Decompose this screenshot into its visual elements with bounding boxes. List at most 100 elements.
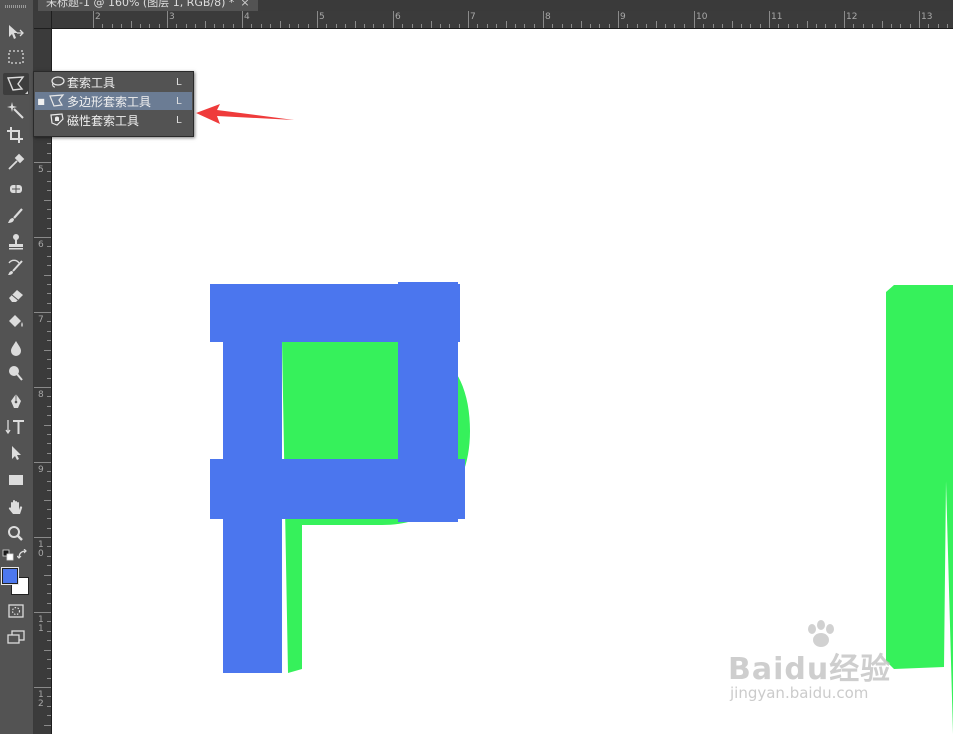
ruler-minor-tick <box>158 24 160 28</box>
ruler-minor-tick <box>47 340 51 342</box>
hand-tool[interactable] <box>3 497 29 519</box>
panel-grip[interactable] <box>5 5 27 8</box>
path-selection-tool[interactable] <box>3 442 29 464</box>
lasso-tool[interactable] <box>3 73 29 95</box>
ruler-major-tick <box>393 11 394 28</box>
eyedropper-tool[interactable] <box>3 151 29 173</box>
ruler-minor-tick <box>797 24 799 28</box>
crop-tool[interactable] <box>3 124 29 146</box>
ruler-minor-tick <box>47 321 51 323</box>
brush-tool[interactable] <box>3 205 29 227</box>
ruler-minor-tick <box>47 246 51 248</box>
marquee-tool[interactable] <box>3 46 29 68</box>
ruler-minor-tick <box>665 24 666 28</box>
watermark-brand: Baidu经验 <box>728 652 892 687</box>
ruler-major-tick <box>34 612 51 613</box>
ruler-minor-tick <box>47 190 51 192</box>
ruler-minor-tick <box>683 24 685 28</box>
ruler-minor-tick <box>47 415 51 417</box>
paint-bucket-tool[interactable] <box>3 310 29 332</box>
ruler-minor-tick <box>636 24 638 28</box>
ruler-minor-tick <box>47 621 51 623</box>
ruler-minor-tick <box>47 368 51 370</box>
ruler-major-tick <box>317 11 318 28</box>
move-tool[interactable] <box>3 21 29 43</box>
eyedropper-icon <box>8 153 25 170</box>
ruler-minor-tick <box>260 24 262 28</box>
healing-tool[interactable] <box>3 178 29 200</box>
ruler-minor-tick <box>646 24 648 28</box>
foreground-color-swatch[interactable] <box>1 567 19 585</box>
blur-tool[interactable] <box>3 337 29 359</box>
ruler-origin[interactable] <box>34 11 52 29</box>
pen-tool[interactable] <box>3 391 29 413</box>
flyout-item-lasso[interactable]: 套索工具 L <box>35 73 192 91</box>
zoom-tool[interactable] <box>3 523 29 545</box>
brush-icon <box>8 208 23 223</box>
ruler-label: 3 <box>169 12 175 22</box>
quick-mask-button[interactable] <box>3 600 29 622</box>
ruler-minor-tick <box>47 640 51 642</box>
screen-mode-button[interactable] <box>3 626 29 648</box>
ruler-label: 11 <box>771 12 783 22</box>
ruler-minor-tick <box>928 24 930 28</box>
tool-group-indicator <box>25 91 28 94</box>
ruler-major-tick <box>34 387 51 388</box>
ruler-minor-tick <box>47 593 51 595</box>
ruler-major-tick <box>844 11 845 28</box>
flyout-item-magnetic-lasso[interactable]: 磁性套索工具 L <box>35 111 192 129</box>
ruler-minor-tick <box>580 21 582 28</box>
ruler-minor-tick <box>185 24 187 28</box>
arrow-icon <box>12 446 21 460</box>
ruler-minor-tick <box>47 705 51 707</box>
ruler-minor-tick <box>326 24 328 28</box>
ruler-minor-tick <box>937 24 939 28</box>
default-colors-icon[interactable] <box>2 549 14 561</box>
ruler-label: 13 <box>921 12 933 22</box>
ruler-label: 2 <box>95 12 101 22</box>
magic-wand-tool[interactable] <box>3 99 29 121</box>
ruler-minor-tick <box>307 24 309 28</box>
default-colors-group <box>1 549 31 563</box>
flyout-item-polygonal-lasso[interactable]: ■ 多边形套索工具 L <box>35 92 192 110</box>
baidu-jingyan-watermark: Baidu经验 jingyan.baidu.com <box>728 620 898 716</box>
ruler-minor-tick <box>223 24 225 28</box>
close-icon[interactable]: × <box>240 0 249 9</box>
ruler-label: 7 <box>38 315 44 325</box>
ruler-minor-tick <box>458 24 460 28</box>
horizontal-ruler[interactable]: 2 3 4 5 6 7 8 9 10 11 12 13 <box>51 11 953 29</box>
crop-icon <box>7 127 23 143</box>
ruler-minor-tick <box>731 21 733 28</box>
ruler-minor-tick <box>806 21 808 28</box>
ruler-minor-tick <box>195 24 197 28</box>
ruler-label: 7 <box>470 12 476 22</box>
stamp-tool[interactable] <box>3 231 29 253</box>
eraser-icon <box>9 290 23 302</box>
shape-tool[interactable] <box>3 469 29 491</box>
history-brush-icon <box>8 259 23 275</box>
ruler-minor-tick <box>421 24 423 28</box>
history-brush-tool[interactable] <box>3 257 29 279</box>
shortcut-key: L <box>176 76 182 88</box>
ruler-minor-tick <box>862 24 864 28</box>
ruler-minor-tick <box>47 377 51 379</box>
swap-colors-icon[interactable] <box>17 549 29 561</box>
type-tool[interactable] <box>3 416 29 438</box>
ruler-minor-tick <box>47 630 51 632</box>
ruler-minor-tick <box>881 21 883 28</box>
ruler-label: 6 <box>38 240 44 250</box>
eraser-tool[interactable] <box>3 284 29 306</box>
ruler-minor-tick <box>47 471 51 473</box>
ruler-minor-tick <box>149 24 151 28</box>
ruler-minor-tick <box>47 218 51 220</box>
healing-brush-icon <box>10 185 22 193</box>
ruler-minor-tick <box>47 330 51 332</box>
ruler-minor-tick <box>590 24 591 28</box>
document-tab[interactable]: 未标题-1 @ 160% (图层 1, RGB/8) * × <box>38 0 258 11</box>
ruler-minor-tick <box>47 555 51 557</box>
ruler-minor-tick <box>47 677 51 679</box>
ruler-minor-tick <box>47 284 51 285</box>
dodge-tool[interactable] <box>3 362 29 384</box>
zoom-icon <box>8 526 23 541</box>
ruler-minor-tick <box>232 24 234 28</box>
